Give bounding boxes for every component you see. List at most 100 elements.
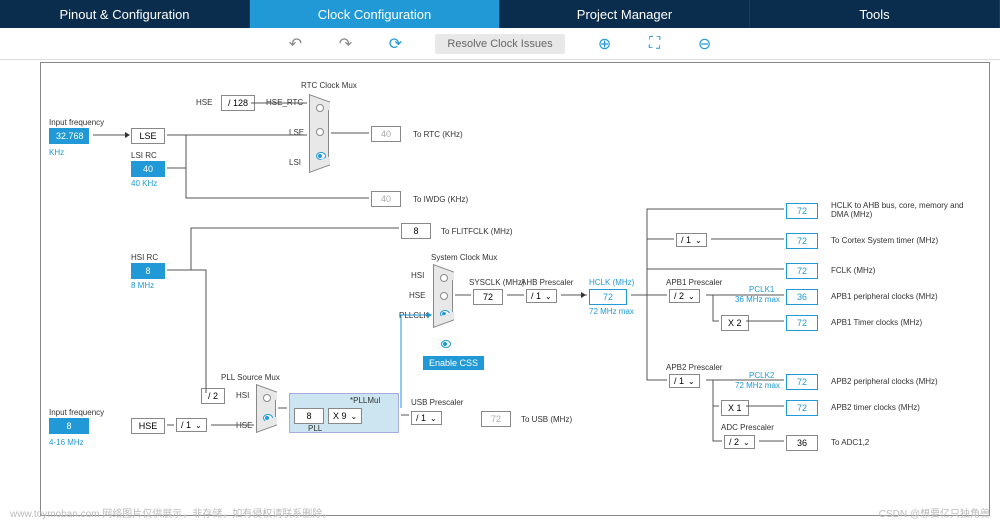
- label-to-usb: To USB (MHz): [521, 415, 572, 424]
- fclk-value: 72: [786, 263, 818, 279]
- label-pll-src: PLL Source Mux: [221, 373, 280, 382]
- lse-box: LSE: [131, 128, 165, 144]
- pllmul-select[interactable]: X 9: [328, 408, 362, 424]
- label-hclk-ahb: HCLK to AHB bus, core, memory and DMA (M…: [831, 201, 971, 219]
- pll-value: 8: [294, 408, 324, 424]
- label-pclk1: PCLK1: [749, 285, 774, 294]
- rtc-mux[interactable]: [309, 101, 329, 166]
- enable-css-button[interactable]: Enable CSS: [423, 356, 484, 370]
- label-to-rtc: To RTC (KHz): [413, 130, 463, 139]
- iwdg-value: 40: [371, 191, 401, 207]
- hse-div-select[interactable]: / 1: [176, 418, 207, 432]
- pll-radio-hsi[interactable]: [263, 394, 271, 402]
- label-hse-range: 4-16 MHz: [49, 438, 84, 447]
- clock-diagram: Input frequency 32.768 KHz LSE LSI RC 40…: [40, 62, 990, 516]
- label-lse-line: LSE: [289, 128, 304, 137]
- flitfclk-value: 8: [401, 223, 431, 239]
- label-pll-hse: HSE: [236, 421, 252, 430]
- hse-input[interactable]: 8: [49, 418, 89, 434]
- label-sys-hsi: HSI: [411, 271, 424, 280]
- tab-project[interactable]: Project Manager: [500, 0, 750, 28]
- div128-box: / 128: [221, 95, 255, 111]
- label-hsi-rc: HSI RC: [131, 253, 158, 262]
- usb-div-select[interactable]: / 1: [411, 411, 442, 425]
- label-input-freq2: Input frequency: [49, 408, 104, 417]
- label-lsi-line: LSI: [289, 158, 301, 167]
- label-ahb-pre: AHB Prescaler: [521, 278, 573, 287]
- sys-radio-hse[interactable]: [440, 292, 448, 300]
- label-sys-pllclk: PLLCLK: [399, 311, 429, 320]
- label-flitfclk: To FLITFCLK (MHz): [441, 227, 513, 236]
- label-to-iwdg: To IWDG (KHz): [413, 195, 468, 204]
- main-tabs: Pinout & Configuration Clock Configurati…: [0, 0, 1000, 28]
- cortex-value: 72: [786, 233, 818, 249]
- rtc-radio-lsi[interactable]: [316, 152, 326, 160]
- resolve-button[interactable]: Resolve Clock Issues: [435, 34, 564, 54]
- label-cortex: To Cortex System timer (MHz): [831, 236, 938, 245]
- undo-icon[interactable]: ↶: [285, 34, 305, 54]
- label-pll: PLL: [308, 424, 322, 433]
- apb2-x1: X 1: [721, 400, 749, 416]
- adc-div-select[interactable]: / 2: [724, 435, 755, 449]
- tab-clock[interactable]: Clock Configuration: [250, 0, 500, 28]
- lsi-box: 40: [131, 161, 165, 177]
- apb1-x2: X 2: [721, 315, 749, 331]
- label-apb2-timer: APB2 timer clocks (MHz): [831, 403, 920, 412]
- tab-tools[interactable]: Tools: [750, 0, 1000, 28]
- fit-icon[interactable]: ⛶: [645, 34, 665, 54]
- label-pclk1-max: 36 MHz max: [735, 295, 780, 304]
- label-hclk-max: 72 MHz max: [589, 307, 634, 316]
- redo-icon[interactable]: ↷: [335, 34, 355, 54]
- label-hclk: HCLK (MHz): [589, 278, 634, 287]
- zoom-in-icon[interactable]: ⊕: [595, 34, 615, 54]
- css-radio[interactable]: [441, 340, 451, 348]
- hclk-ahb-value: 72: [786, 203, 818, 219]
- pll-box: *PLLMul 8 X 9 PLL: [289, 393, 399, 433]
- sys-radio-pll[interactable]: [440, 310, 450, 318]
- sys-radio-hsi[interactable]: [440, 274, 448, 282]
- pll-radio-hse[interactable]: [263, 414, 273, 422]
- tab-pinout[interactable]: Pinout & Configuration: [0, 0, 250, 28]
- usb-value: 72: [481, 411, 511, 427]
- adc-value: 36: [786, 435, 818, 451]
- zoom-out-icon[interactable]: ⊖: [695, 34, 715, 54]
- label-rtc-mux: RTC Clock Mux: [301, 81, 357, 90]
- apb1-timer-value: 72: [786, 315, 818, 331]
- apb2-div-select[interactable]: / 1: [669, 374, 700, 388]
- label-khz: KHz: [49, 148, 64, 157]
- rtc-value: 40: [371, 126, 401, 142]
- label-hse-rtc: HSE_RTC: [266, 98, 303, 107]
- label-hse-rtc-src: HSE: [196, 98, 212, 107]
- pll-src-mux[interactable]: [256, 391, 276, 426]
- ahb-div-select[interactable]: / 1: [526, 289, 557, 303]
- lse-input[interactable]: 32.768: [49, 128, 89, 144]
- rtc-radio-lse[interactable]: [316, 128, 324, 136]
- apb2-timer-value: 72: [786, 400, 818, 416]
- pclk2-value: 72: [786, 374, 818, 390]
- rtc-radio-hse[interactable]: [316, 104, 324, 112]
- label-lsi-rc: LSI RC: [131, 151, 157, 160]
- hsi-box: 8: [131, 263, 165, 279]
- sysclk-value: 72: [473, 289, 503, 305]
- label-pclk2-max: 72 MHz max: [735, 381, 780, 390]
- label-usb-pre: USB Prescaler: [411, 398, 463, 407]
- label-apb1-timer: APB1 Timer clocks (MHz): [831, 318, 922, 327]
- div2-box: / 2: [201, 388, 225, 404]
- watermark-right: CSDN @想要亿只独角兽: [879, 505, 990, 520]
- label-pllmul: *PLLMul: [350, 396, 380, 405]
- hclk-value[interactable]: 72: [589, 289, 627, 305]
- label-hsi-mhz: 8 MHz: [131, 281, 154, 290]
- label-sysclk: SYSCLK (MHz): [469, 278, 525, 287]
- toolbar: ↶ ↷ ⟳ Resolve Clock Issues ⊕ ⛶ ⊖: [0, 28, 1000, 60]
- label-fclk: FCLK (MHz): [831, 266, 875, 275]
- cortex-div-select[interactable]: / 1: [676, 233, 707, 247]
- label-sys-hse: HSE: [409, 291, 425, 300]
- apb1-div-select[interactable]: / 2: [669, 289, 700, 303]
- label-apb2-periph: APB2 peripheral clocks (MHz): [831, 377, 938, 386]
- sys-mux[interactable]: [433, 271, 453, 321]
- refresh-icon[interactable]: ⟳: [385, 34, 405, 54]
- label-apb1-pre: APB1 Prescaler: [666, 278, 722, 287]
- label-sys-mux: System Clock Mux: [431, 253, 497, 262]
- label-pclk2: PCLK2: [749, 371, 774, 380]
- label-to-adc: To ADC1,2: [831, 438, 869, 447]
